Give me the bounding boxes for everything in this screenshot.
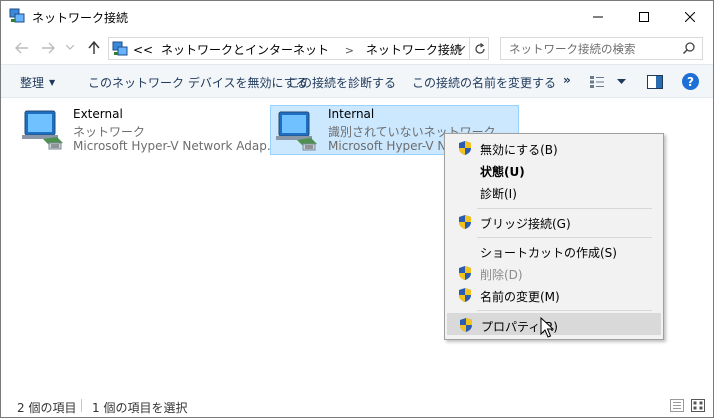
large-icons-view-icon[interactable] (691, 399, 705, 412)
view-options-icon (590, 76, 604, 88)
forward-arrow-icon (42, 42, 55, 54)
menu-item-disable[interactable]: 無効にする(B) (447, 137, 661, 159)
back-button[interactable] (13, 40, 31, 56)
details-view-icon[interactable] (670, 399, 684, 412)
organize-menu-button[interactable]: 整理 ▼ (20, 74, 55, 91)
up-arrow-icon (88, 41, 100, 54)
more-commands-button[interactable]: » (563, 73, 571, 87)
menu-item-delete: 削除(D) (447, 262, 661, 284)
menu-item-diagnose[interactable]: 診断(I) (447, 181, 661, 203)
breadcrumb-separator-icon[interactable]: > (345, 44, 354, 57)
menu-item-label: 削除(D) (480, 268, 523, 282)
connection-status: ネットワーク (73, 125, 146, 139)
close-icon (685, 11, 695, 22)
selection-count: 1 個の項目を選択 (92, 401, 188, 415)
organize-label: 整理 (20, 76, 45, 90)
connection-item-external[interactable]: External ネットワーク Microsoft Hyper-V Networ… (17, 105, 273, 155)
menu-separator (477, 310, 652, 311)
preview-pane-button[interactable] (646, 74, 664, 90)
maximize-button[interactable] (621, 1, 667, 32)
menu-item-label: ブリッジ接続(G) (480, 217, 571, 231)
forward-button[interactable] (39, 40, 57, 56)
menu-item-rename[interactable]: 名前の変更(M) (447, 284, 661, 306)
maximize-icon (639, 11, 649, 22)
menu-separator (477, 237, 652, 238)
context-menu: 無効にする(B) 状態(U) 診断(I) ブリッジ接続(G) ショートカットの作… (444, 133, 664, 340)
menu-item-label: 診断(I) (480, 187, 517, 201)
connection-name: Internal (328, 107, 375, 121)
uac-shield-icon (460, 318, 472, 332)
mouse-pointer-icon (540, 317, 554, 338)
menu-item-bridge[interactable]: ブリッジ接続(G) (447, 211, 661, 233)
network-adapter-icon (276, 111, 317, 151)
command-bar: 整理 ▼ このネットワーク デバイスを無効にする この接続を診断する この接続の名… (1, 64, 713, 98)
refresh-icon (474, 42, 485, 54)
preview-pane-icon (647, 75, 663, 89)
status-divider (81, 399, 82, 412)
caret-down-icon: ▼ (49, 78, 56, 87)
search-placeholder: ネットワーク接続の検索 (509, 42, 636, 56)
breadcrumb-overflow[interactable]: << (133, 43, 153, 57)
menu-separator (477, 208, 652, 209)
minimize-icon (593, 16, 603, 17)
network-connections-window: ネットワーク接続 << ネットワークとインターネット > ネットワーク接続 ネッ… (0, 0, 714, 418)
menu-item-label: ショートカットの作成(S) (480, 246, 617, 260)
rename-connection-button[interactable]: この接続の名前を変更する (412, 74, 556, 91)
disable-device-button[interactable]: このネットワーク デバイスを無効にする (88, 74, 308, 91)
menu-item-create-shortcut[interactable]: ショートカットの作成(S) (447, 240, 661, 262)
menu-item-label: 無効にする(B) (480, 143, 558, 157)
address-bar[interactable]: << ネットワークとインターネット > ネットワーク接続 (108, 37, 489, 60)
breadcrumb: << ネットワークとインターネット > ネットワーク接続 (133, 41, 466, 58)
minimize-button[interactable] (575, 1, 621, 32)
breadcrumb-network-internet[interactable]: ネットワークとインターネット (161, 43, 329, 57)
recent-locations-button[interactable] (64, 40, 76, 56)
uac-shield-icon (459, 266, 471, 280)
connection-name: External (73, 107, 123, 121)
up-button[interactable] (85, 40, 103, 56)
close-button[interactable] (667, 1, 713, 32)
network-connections-app-icon (9, 8, 25, 23)
breadcrumb-network-connections[interactable]: ネットワーク接続 (366, 43, 462, 57)
item-count: 2 個の項目 (17, 401, 77, 415)
back-arrow-icon (15, 42, 28, 54)
search-icon (682, 42, 695, 55)
menu-item-status[interactable]: 状態(U) (447, 159, 661, 181)
title-bar: ネットワーク接続 (1, 1, 713, 32)
caret-down-icon (617, 79, 626, 84)
network-location-icon (112, 41, 128, 56)
menu-item-properties[interactable]: プロパティ(R) (447, 313, 661, 335)
chevron-down-icon (66, 45, 74, 50)
refresh-button[interactable] (469, 38, 489, 59)
network-adapter-icon (22, 110, 63, 150)
uac-shield-icon (459, 215, 471, 229)
help-button[interactable]: ? (682, 73, 699, 90)
search-box[interactable]: ネットワーク接続の検索 (500, 37, 703, 60)
window-title: ネットワーク接続 (32, 11, 129, 25)
address-row: << ネットワークとインターネット > ネットワーク接続 ネットワーク接続の検索 (1, 32, 713, 64)
uac-shield-icon (459, 288, 471, 302)
connection-device: Microsoft Hyper-V Network Adap... (73, 139, 273, 153)
status-bar: 2 個の項目 1 個の項目を選択 (1, 393, 713, 417)
chevron-down-icon (455, 45, 465, 52)
uac-shield-icon (459, 141, 471, 155)
diagnose-connection-button[interactable]: この接続を診断する (288, 74, 396, 91)
menu-item-label: 名前の変更(M) (480, 290, 560, 304)
address-history-dropdown[interactable] (452, 40, 468, 57)
menu-item-label: 状態(U) (480, 165, 525, 179)
change-view-button[interactable] (589, 74, 629, 90)
